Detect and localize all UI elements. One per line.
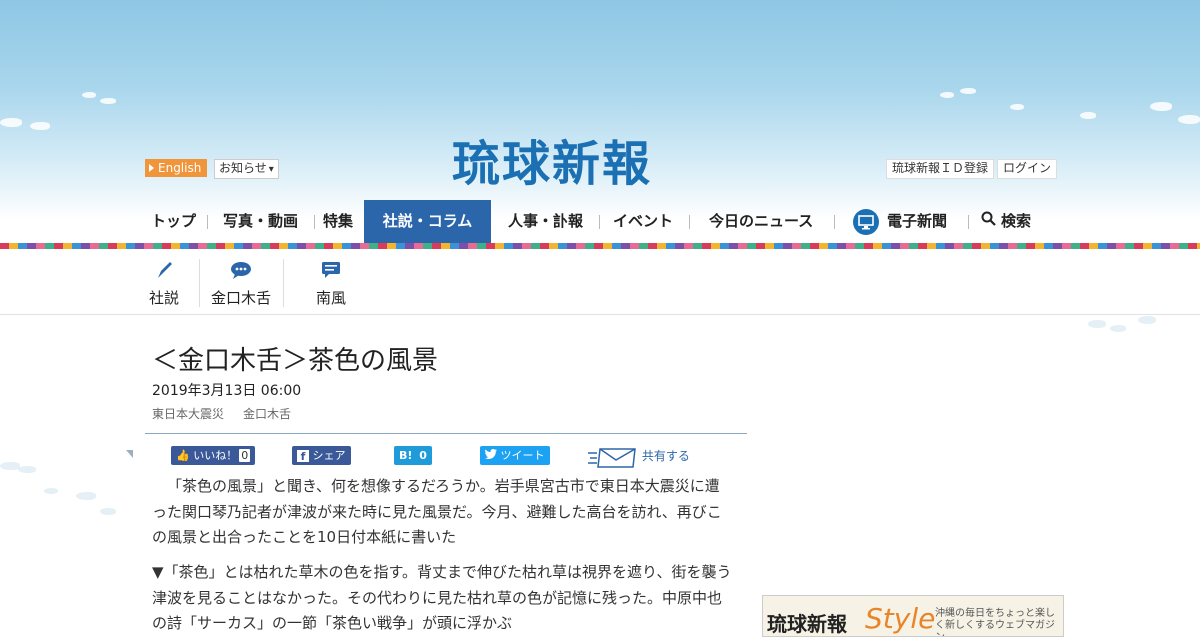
tag-link[interactable]: 東日本大震災 bbox=[152, 405, 224, 422]
fish-decoration bbox=[82, 92, 96, 98]
fish-decoration bbox=[100, 508, 116, 515]
subnav-item-nanpu[interactable]: 南風 bbox=[313, 259, 349, 311]
fish-decoration bbox=[1110, 325, 1126, 332]
article-date: 2019年3月13日 06:00 bbox=[152, 383, 302, 399]
corner-triangle bbox=[126, 450, 133, 458]
envelope-icon bbox=[588, 447, 642, 468]
share-all-label: 共有する bbox=[641, 449, 690, 463]
nav-separator bbox=[689, 215, 690, 229]
facebook-share-button[interactable]: f シェア bbox=[292, 446, 351, 465]
notice-dropdown[interactable]: お知らせ bbox=[214, 159, 279, 179]
search-icon bbox=[981, 200, 996, 243]
pen-icon bbox=[145, 259, 183, 281]
speech-bubble-icon bbox=[208, 259, 274, 281]
like-label: いいね！ bbox=[193, 449, 238, 462]
subnav-separator bbox=[283, 259, 284, 307]
nav-item-top[interactable]: トップ bbox=[151, 200, 196, 243]
nav-item-event[interactable]: イベント bbox=[613, 200, 673, 243]
fish-decoration bbox=[940, 92, 954, 98]
fb-share-label: シェア bbox=[312, 449, 346, 462]
fish-decoration bbox=[1010, 104, 1024, 110]
sidebar-ad-banner[interactable]: 琉球新報 Style 沖縄の毎日をちょっと楽しく新しくするウェブマガジン bbox=[762, 595, 1064, 637]
nav-item-feature[interactable]: 特集 bbox=[323, 200, 353, 243]
digital-paper-label: 電子新聞 bbox=[887, 212, 948, 230]
fish-decoration bbox=[76, 492, 96, 500]
fish-decoration bbox=[100, 98, 116, 104]
notice-label: お知らせ bbox=[219, 161, 267, 175]
tweet-button[interactable]: ツイート bbox=[480, 446, 550, 465]
main-nav: トップ 写真・動画 特集 社説・コラム 人事・訃報 イベント 今日のニュース 電… bbox=[0, 200, 1200, 243]
hatena-label: B! bbox=[399, 449, 413, 462]
login-link[interactable]: ログイン bbox=[997, 159, 1058, 179]
nav-separator bbox=[599, 215, 600, 229]
article-title: ＜金口木舌＞茶色の風景 bbox=[152, 346, 439, 376]
subnav-label: 南風 bbox=[315, 289, 346, 307]
nav-separator bbox=[207, 215, 208, 229]
fish-decoration bbox=[0, 462, 20, 470]
tag-link[interactable]: 金口木舌 bbox=[243, 405, 291, 422]
subnav-separator bbox=[199, 259, 200, 307]
nav-item-todays-news[interactable]: 今日のニュース bbox=[709, 200, 813, 243]
monitor-icon bbox=[853, 208, 879, 235]
facebook-icon: f bbox=[297, 450, 309, 463]
subnav-label: 社説 bbox=[148, 289, 179, 307]
subnav-item-kinkuchi[interactable]: 金口木舌 bbox=[208, 259, 274, 311]
nav-item-search[interactable]: 検索 bbox=[981, 200, 1031, 243]
nav-item-editorial[interactable]: 社説・コラム bbox=[364, 200, 491, 243]
search-label: 検索 bbox=[1001, 212, 1032, 230]
article-paragraph: 「茶色の風景」と聞き、何を想像するだろうか。岩手県宮古市で東日本大震災に遭った関… bbox=[152, 477, 722, 546]
fish-decoration bbox=[1088, 320, 1106, 328]
ad-style-word: Style bbox=[865, 602, 936, 635]
fish-decoration bbox=[1150, 102, 1172, 111]
hatena-button[interactable]: B! 0 bbox=[394, 446, 432, 465]
english-button[interactable]: English bbox=[145, 159, 208, 177]
nav-separator bbox=[314, 215, 315, 229]
register-link[interactable]: 琉球新報ＩＤ登録 bbox=[886, 159, 995, 179]
nav-item-digital-paper[interactable]: 電子新聞 bbox=[853, 200, 947, 243]
fish-decoration bbox=[1138, 316, 1156, 324]
nav-separator bbox=[834, 215, 835, 229]
nav-item-personnel[interactable]: 人事・訃報 bbox=[508, 200, 583, 243]
nav-separator bbox=[968, 215, 969, 229]
like-count: 0 bbox=[239, 449, 251, 462]
fish-decoration bbox=[30, 122, 50, 130]
fish-decoration bbox=[960, 88, 976, 94]
message-icon bbox=[313, 259, 349, 281]
fish-decoration bbox=[1080, 112, 1096, 119]
hatena-count: 0 bbox=[419, 449, 427, 462]
fish-decoration bbox=[1178, 115, 1200, 124]
share-all-button[interactable]: 共有する bbox=[588, 444, 690, 468]
ad-tagline: 沖縄の毎日をちょっと楽しく新しくするウェブマガジン bbox=[935, 608, 1055, 636]
article-divider bbox=[145, 433, 747, 434]
site-logo[interactable]: 琉球新報 bbox=[452, 124, 652, 194]
twitter-icon bbox=[485, 449, 501, 462]
subnav-label: 金口木舌 bbox=[210, 289, 271, 307]
thumbs-up-icon: 👍 bbox=[176, 449, 190, 462]
subnav-item-editorial[interactable]: 社説 bbox=[145, 259, 183, 311]
nav-item-photo-video[interactable]: 写真・動画 bbox=[223, 200, 298, 243]
tweet-label: ツイート bbox=[500, 449, 545, 462]
sub-nav: 社説 金口木舌 南風 bbox=[0, 249, 1200, 315]
fish-decoration bbox=[44, 488, 58, 494]
fish-decoration bbox=[0, 118, 22, 127]
fish-decoration bbox=[18, 466, 36, 473]
article-paragraph: ▼「茶色」とは枯れた草木の色を指す。背丈まで伸びた枯れ草は視界を遮り、街を襲う津… bbox=[152, 563, 732, 632]
ad-brand: 琉球新報 bbox=[767, 612, 847, 636]
like-button[interactable]: 👍 いいね！ 0 bbox=[171, 446, 256, 465]
